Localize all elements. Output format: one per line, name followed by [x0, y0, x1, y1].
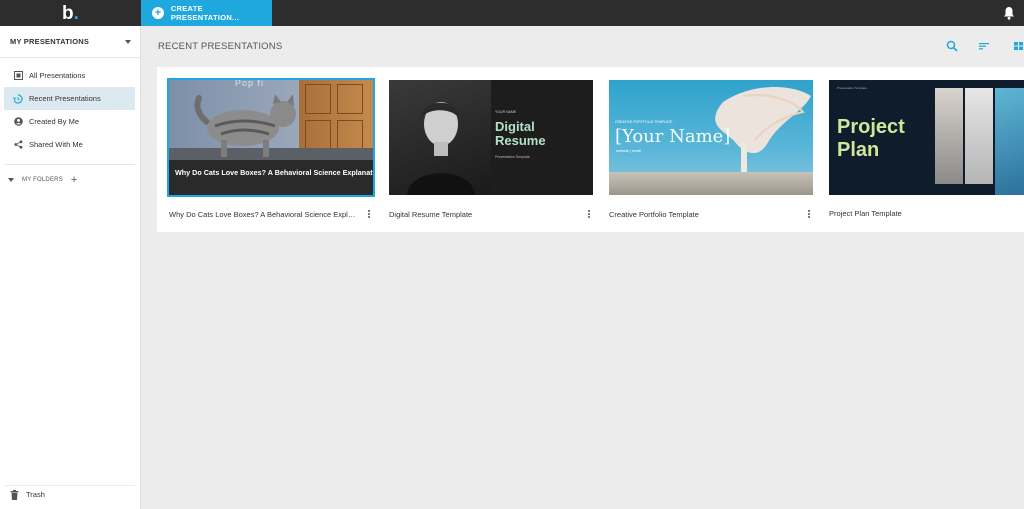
- my-presentations-dropdown[interactable]: MY PRESENTATIONS: [0, 26, 140, 58]
- sidebar: MY PRESENTATIONS All Presentations Recen…: [0, 26, 141, 509]
- sidebar-item-label: Recent Presentations: [29, 94, 101, 103]
- thumb-title: Project Plan: [837, 116, 905, 162]
- cat-image: [194, 94, 296, 157]
- presentation-name[interactable]: Creative Portfolio Template: [609, 210, 699, 219]
- thumb-photo: [935, 88, 963, 184]
- sidebar-item-trash[interactable]: Trash: [4, 485, 135, 503]
- create-presentation-button[interactable]: + CREATE PRESENTATION...: [141, 0, 272, 26]
- thumb-tag: CREATIVE PORTFOLIO TEMPLATE: [615, 120, 673, 124]
- thumb-small-text: Presentation Template: [837, 86, 867, 90]
- thumb-title-line-1: Digital: [495, 119, 535, 134]
- trash-icon: [10, 489, 19, 500]
- grid-icon: [13, 71, 23, 81]
- my-folders-section[interactable]: MY FOLDERS +: [0, 171, 140, 189]
- logo-dot: .: [73, 2, 79, 24]
- search-icon[interactable]: [946, 40, 958, 52]
- presentation-thumbnail[interactable]: Presentation Template Project Plan: [829, 80, 1024, 195]
- thumb-photo: [995, 88, 1024, 195]
- sidebar-item-label: All Presentations: [29, 71, 86, 80]
- more-options-icon[interactable]: [365, 209, 373, 219]
- thumb-ghost-text: Pop fi: [235, 80, 265, 88]
- sort-icon[interactable]: [978, 40, 990, 52]
- share-icon: [13, 140, 23, 150]
- caret-down-icon: [125, 39, 131, 44]
- thumb-title: [Your Name]: [615, 126, 731, 147]
- sidebar-item-shared-with-me[interactable]: Shared With Me: [4, 133, 135, 156]
- sidebar-header-label: MY PRESENTATIONS: [10, 37, 90, 46]
- presentation-thumbnail[interactable]: CREATIVE PORTFOLIO TEMPLATE [Your Name] …: [609, 80, 813, 195]
- more-options-icon[interactable]: [585, 209, 593, 219]
- sidebar-item-all-presentations[interactable]: All Presentations: [4, 64, 135, 87]
- top-bar: b. + CREATE PRESENTATION...: [0, 0, 1024, 26]
- more-options-icon[interactable]: [805, 209, 813, 219]
- add-folder-icon[interactable]: +: [71, 174, 77, 186]
- thumb-photo: [965, 88, 993, 184]
- thumb-title-line-2: Resume: [495, 133, 546, 149]
- person-icon: [13, 117, 23, 127]
- thumb-subtitle: website | email: [616, 149, 642, 153]
- app-logo[interactable]: b.: [0, 0, 141, 26]
- caret-down-icon: [8, 178, 14, 182]
- create-presentation-label: CREATE PRESENTATION...: [170, 4, 240, 22]
- my-folders-label: MY FOLDERS: [22, 177, 63, 183]
- presentations-panel: Pop fi Why Do Cats Love Boxes? A Behavio…: [157, 67, 1024, 232]
- thumb-title: Why Do Cats Love Boxes? A Behavioral Sci…: [175, 168, 373, 177]
- grid-view-icon[interactable]: [1013, 40, 1024, 52]
- sidebar-item-label: Created By Me: [29, 117, 80, 126]
- logo-letter: b: [62, 2, 74, 24]
- thumb-subtitle: Presentation Template: [495, 154, 530, 159]
- history-icon: [13, 93, 23, 104]
- presentation-name[interactable]: Digital Resume Template: [389, 210, 472, 219]
- portrait-image: [389, 80, 491, 195]
- presentation-name[interactable]: Why Do Cats Love Boxes? A Behavioral Sci…: [169, 210, 359, 219]
- sidebar-item-recent-presentations[interactable]: Recent Presentations: [4, 87, 135, 110]
- sidebar-item-created-by-me[interactable]: Created By Me: [4, 110, 135, 133]
- sidebar-item-label: Shared With Me: [29, 140, 83, 149]
- divider: [4, 164, 135, 165]
- page-title: RECENT PRESENTATIONS: [158, 41, 283, 52]
- plus-icon: +: [152, 7, 164, 19]
- presentation-thumbnail[interactable]: YOUR NAME Digital Resume Presentation Te…: [389, 80, 593, 195]
- bell-icon[interactable]: [1003, 6, 1015, 20]
- presentation-thumbnail[interactable]: Pop fi Why Do Cats Love Boxes? A Behavio…: [167, 78, 375, 197]
- trash-label: Trash: [26, 490, 45, 499]
- thumb-small-text: YOUR NAME: [495, 110, 517, 114]
- thumb-title-line-1: Project: [837, 116, 905, 138]
- presentation-name[interactable]: Project Plan Template: [829, 209, 902, 218]
- thumb-title-line-2: Plan: [837, 139, 880, 161]
